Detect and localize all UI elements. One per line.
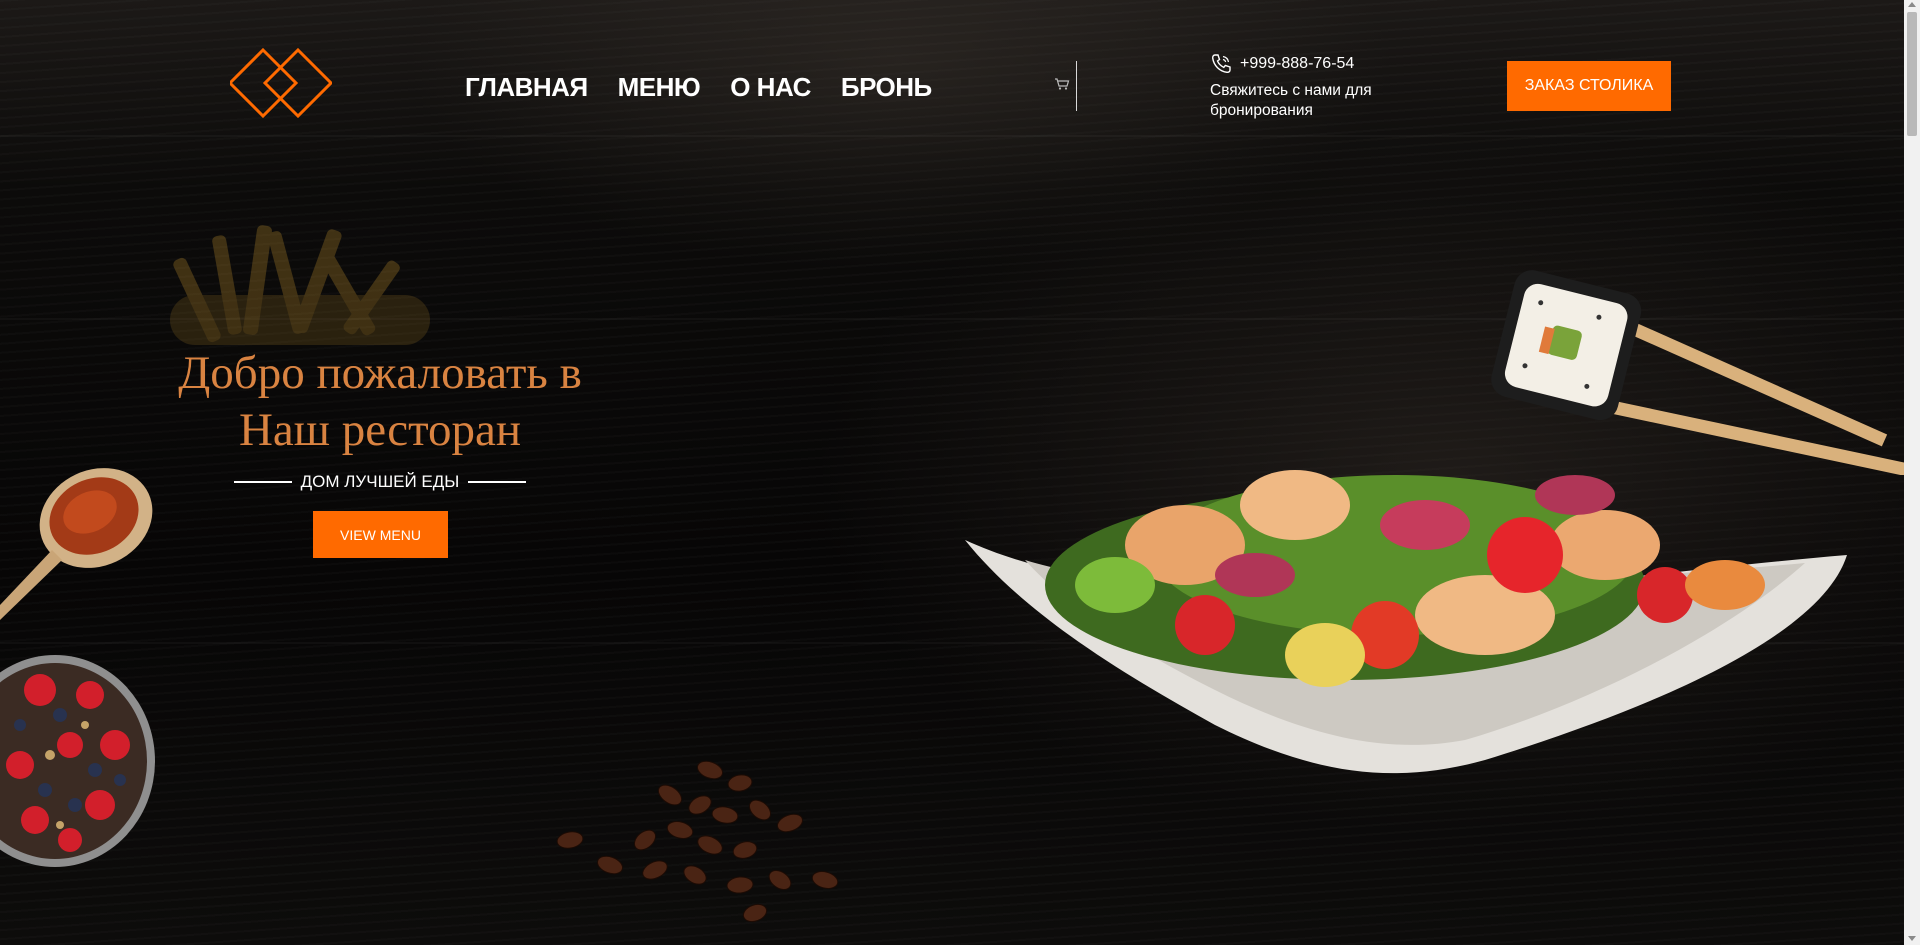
berry-bowl-image xyxy=(0,655,155,867)
fries-image xyxy=(170,225,430,345)
hero-subtitle-row: ДОМ ЛУЧШЕЙ ЕДЫ xyxy=(226,470,534,494)
book-table-button[interactable]: ЗАКАЗ СТОЛИКА xyxy=(1507,61,1671,111)
hero-title: Добро пожаловать в Наш ресторан xyxy=(140,345,620,459)
hero-section: ГЛАВНАЯ МЕНЮ О НАС БРОНЬ +999-888-76-54 … xyxy=(0,0,1904,945)
subtitle-line-right xyxy=(468,481,527,483)
view-menu-button[interactable]: VIEW MENU xyxy=(313,511,448,558)
scroll-down-arrow-icon[interactable] xyxy=(1908,936,1916,941)
cart-icon[interactable] xyxy=(1054,77,1070,91)
subtitle-line-left xyxy=(233,481,292,483)
hero-title-line1: Добро пожаловать в xyxy=(178,347,582,399)
header-divider xyxy=(1076,61,1077,111)
nav-item-about[interactable]: О НАС xyxy=(730,71,811,103)
main-nav: ГЛАВНАЯ МЕНЮ О НАС БРОНЬ xyxy=(465,71,932,103)
hero-subtitle: ДОМ ЛУЧШЕЙ ЕДЫ xyxy=(300,472,460,491)
phone-number[interactable]: +999-888-76-54 xyxy=(1240,55,1354,73)
nav-item-home[interactable]: ГЛАВНАЯ xyxy=(465,71,588,103)
coffee-beans-image xyxy=(556,760,839,923)
vertical-scrollbar[interactable] xyxy=(1904,0,1920,945)
phone-icon xyxy=(1211,54,1231,74)
spice-spoon-image xyxy=(0,468,153,620)
scrollbar-thumb[interactable] xyxy=(1907,12,1917,136)
hero-title-line2: Наш ресторан xyxy=(238,404,522,456)
salad-plate-image xyxy=(965,470,1847,774)
logo-icon[interactable] xyxy=(230,48,332,118)
nav-item-menu[interactable]: МЕНЮ xyxy=(618,71,701,103)
contact-text: Свяжитесь с нами для бронирования xyxy=(1210,82,1372,119)
wood-plank-line xyxy=(0,135,1904,137)
scroll-up-arrow-icon[interactable] xyxy=(1908,2,1916,7)
nav-item-booking[interactable]: БРОНЬ xyxy=(841,71,932,103)
